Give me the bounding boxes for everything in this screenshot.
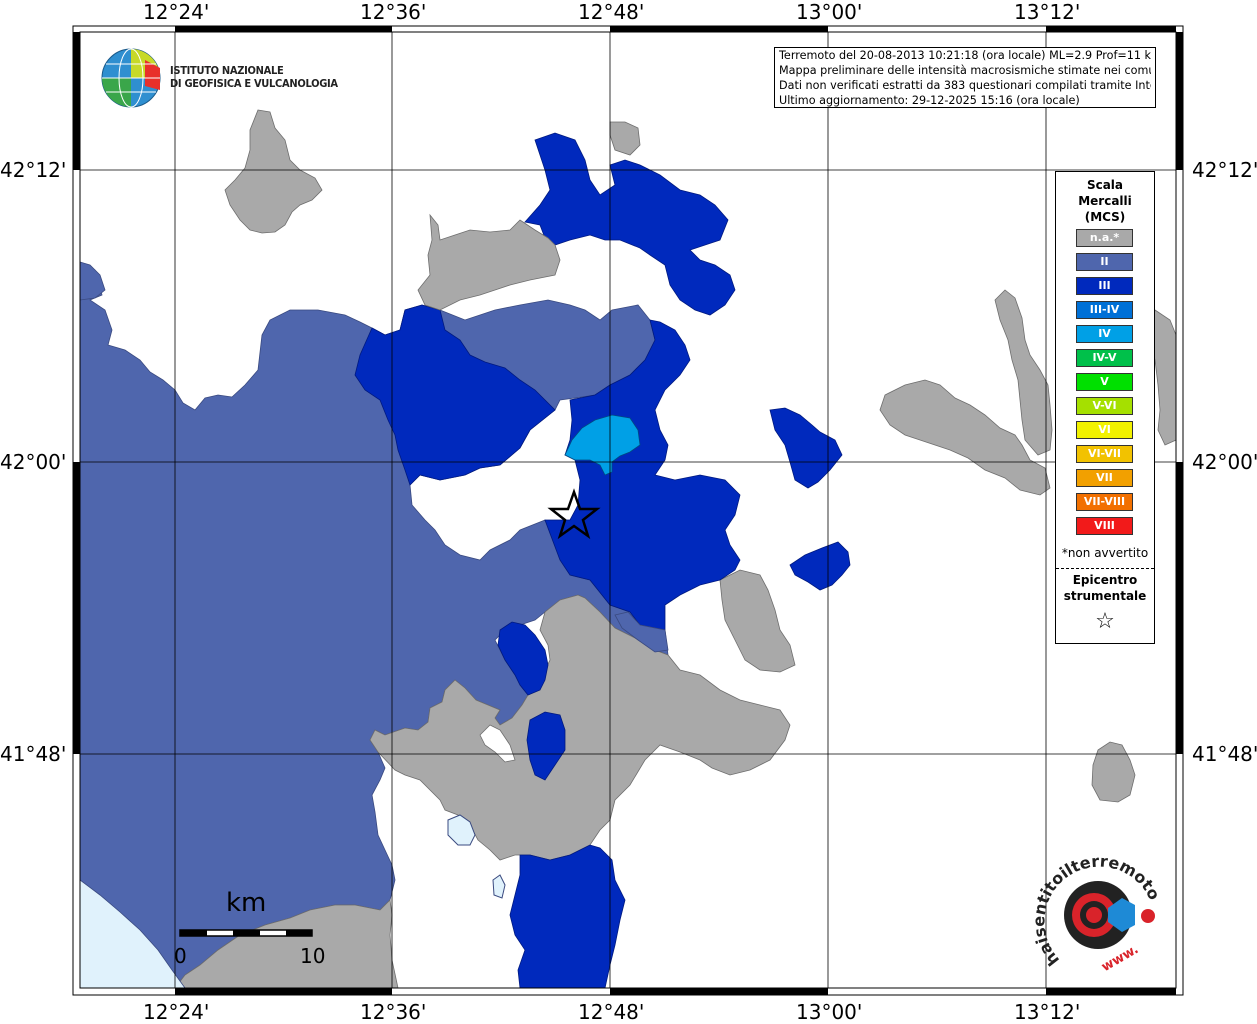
lon-tick-top-2: 12°36' bbox=[360, 0, 427, 24]
lon-tick-bottom-2: 12°36' bbox=[360, 1000, 427, 1024]
legend-title-1: Scala bbox=[1086, 178, 1124, 192]
ingv-logo-icon bbox=[101, 48, 161, 108]
hst-logo-www: www. bbox=[1099, 942, 1141, 975]
legend-epi-1: Epicentro bbox=[1072, 573, 1138, 587]
lon-tick-top-4: 13°00' bbox=[796, 0, 863, 24]
lat-tick-right-3: 41°48' bbox=[1192, 742, 1257, 766]
mcs-legend: Scala Mercalli (MCS) n.a.* II III III-IV IV I… bbox=[1055, 171, 1155, 644]
lat-tick-left-1: 42°12' bbox=[0, 158, 67, 182]
info-line-3: Dati non verificati estratti da 383 ques… bbox=[779, 79, 1151, 92]
legend-item: V-VI bbox=[1076, 397, 1133, 415]
info-line-2: Mappa preliminare delle intensità macros… bbox=[779, 64, 1151, 77]
legend-item: V bbox=[1076, 373, 1133, 391]
region-intensity-iii-south bbox=[509, 844, 626, 988]
lon-tick-top-1: 12°24' bbox=[143, 0, 210, 24]
legend-title: Scala Mercalli (MCS) bbox=[1056, 177, 1154, 225]
lat-tick-left-2: 42°00' bbox=[0, 450, 67, 474]
scale-unit: km bbox=[226, 888, 267, 918]
legend-item: VII bbox=[1076, 469, 1133, 487]
ingv-logo-text: ISTITUTO NAZIONALE DI GEOFISICA E VULCAN… bbox=[170, 64, 338, 90]
legend-item: II bbox=[1076, 253, 1133, 271]
scale-bar bbox=[179, 929, 313, 937]
legend-item: VI-VII bbox=[1076, 445, 1133, 463]
legend-epicenter-label: Epicentro strumentale bbox=[1056, 572, 1154, 604]
legend-item: III-IV bbox=[1076, 301, 1133, 319]
legend-title-2: Mercalli bbox=[1078, 194, 1132, 208]
legend-title-3: (MCS) bbox=[1084, 210, 1126, 224]
hst-logo-text-ring: haisentitoilterremoto.it www. bbox=[1030, 840, 1164, 975]
legend-item: IV bbox=[1076, 325, 1133, 343]
legend-note: *non avvertito bbox=[1061, 546, 1149, 560]
legend-item: III bbox=[1076, 277, 1133, 295]
lat-tick-right-1: 42°12' bbox=[1192, 158, 1257, 182]
lon-tick-top-3: 12°48' bbox=[578, 0, 645, 24]
legend-item: VII-VIII bbox=[1076, 493, 1133, 511]
legend-separator bbox=[1056, 568, 1154, 569]
lon-tick-bottom-3: 12°48' bbox=[578, 1000, 645, 1024]
legend-item: n.a.* bbox=[1076, 229, 1133, 247]
ingv-line-2: DI GEOFISICA E VULCANOLOGIA bbox=[170, 77, 338, 90]
scale-max: 10 bbox=[300, 944, 326, 968]
svg-text:haisentitoilterremoto.it: haisentitoilterremoto.it bbox=[1030, 840, 1164, 970]
hst-logo-text: haisentitoilterremoto.it bbox=[1030, 840, 1164, 970]
legend-item: VI bbox=[1076, 421, 1133, 439]
lon-tick-top-5: 13°12' bbox=[1014, 0, 1081, 24]
lat-tick-right-2: 42°00' bbox=[1192, 450, 1257, 474]
ingv-line-1: ISTITUTO NAZIONALE bbox=[170, 64, 284, 77]
info-line-1: Terremoto del 20-08-2013 10:21:18 (ora l… bbox=[779, 49, 1151, 62]
lon-tick-bottom-5: 13°12' bbox=[1014, 1000, 1081, 1024]
lon-tick-bottom-1: 12°24' bbox=[143, 1000, 210, 1024]
info-line-4: Ultimo aggiornamento: 29-12-2025 15:16 (… bbox=[779, 94, 1080, 107]
lat-tick-left-3: 41°48' bbox=[0, 742, 67, 766]
legend-epi-2: strumentale bbox=[1063, 589, 1147, 603]
lon-tick-bottom-4: 13°00' bbox=[796, 1000, 863, 1024]
legend-item: VIII bbox=[1076, 517, 1133, 535]
scale-min: 0 bbox=[174, 944, 187, 968]
event-info-box: Terremoto del 20-08-2013 10:21:18 (ora l… bbox=[774, 47, 1156, 108]
legend-item: IV-V bbox=[1076, 349, 1133, 367]
legend-star-icon: ☆ bbox=[1095, 609, 1115, 634]
